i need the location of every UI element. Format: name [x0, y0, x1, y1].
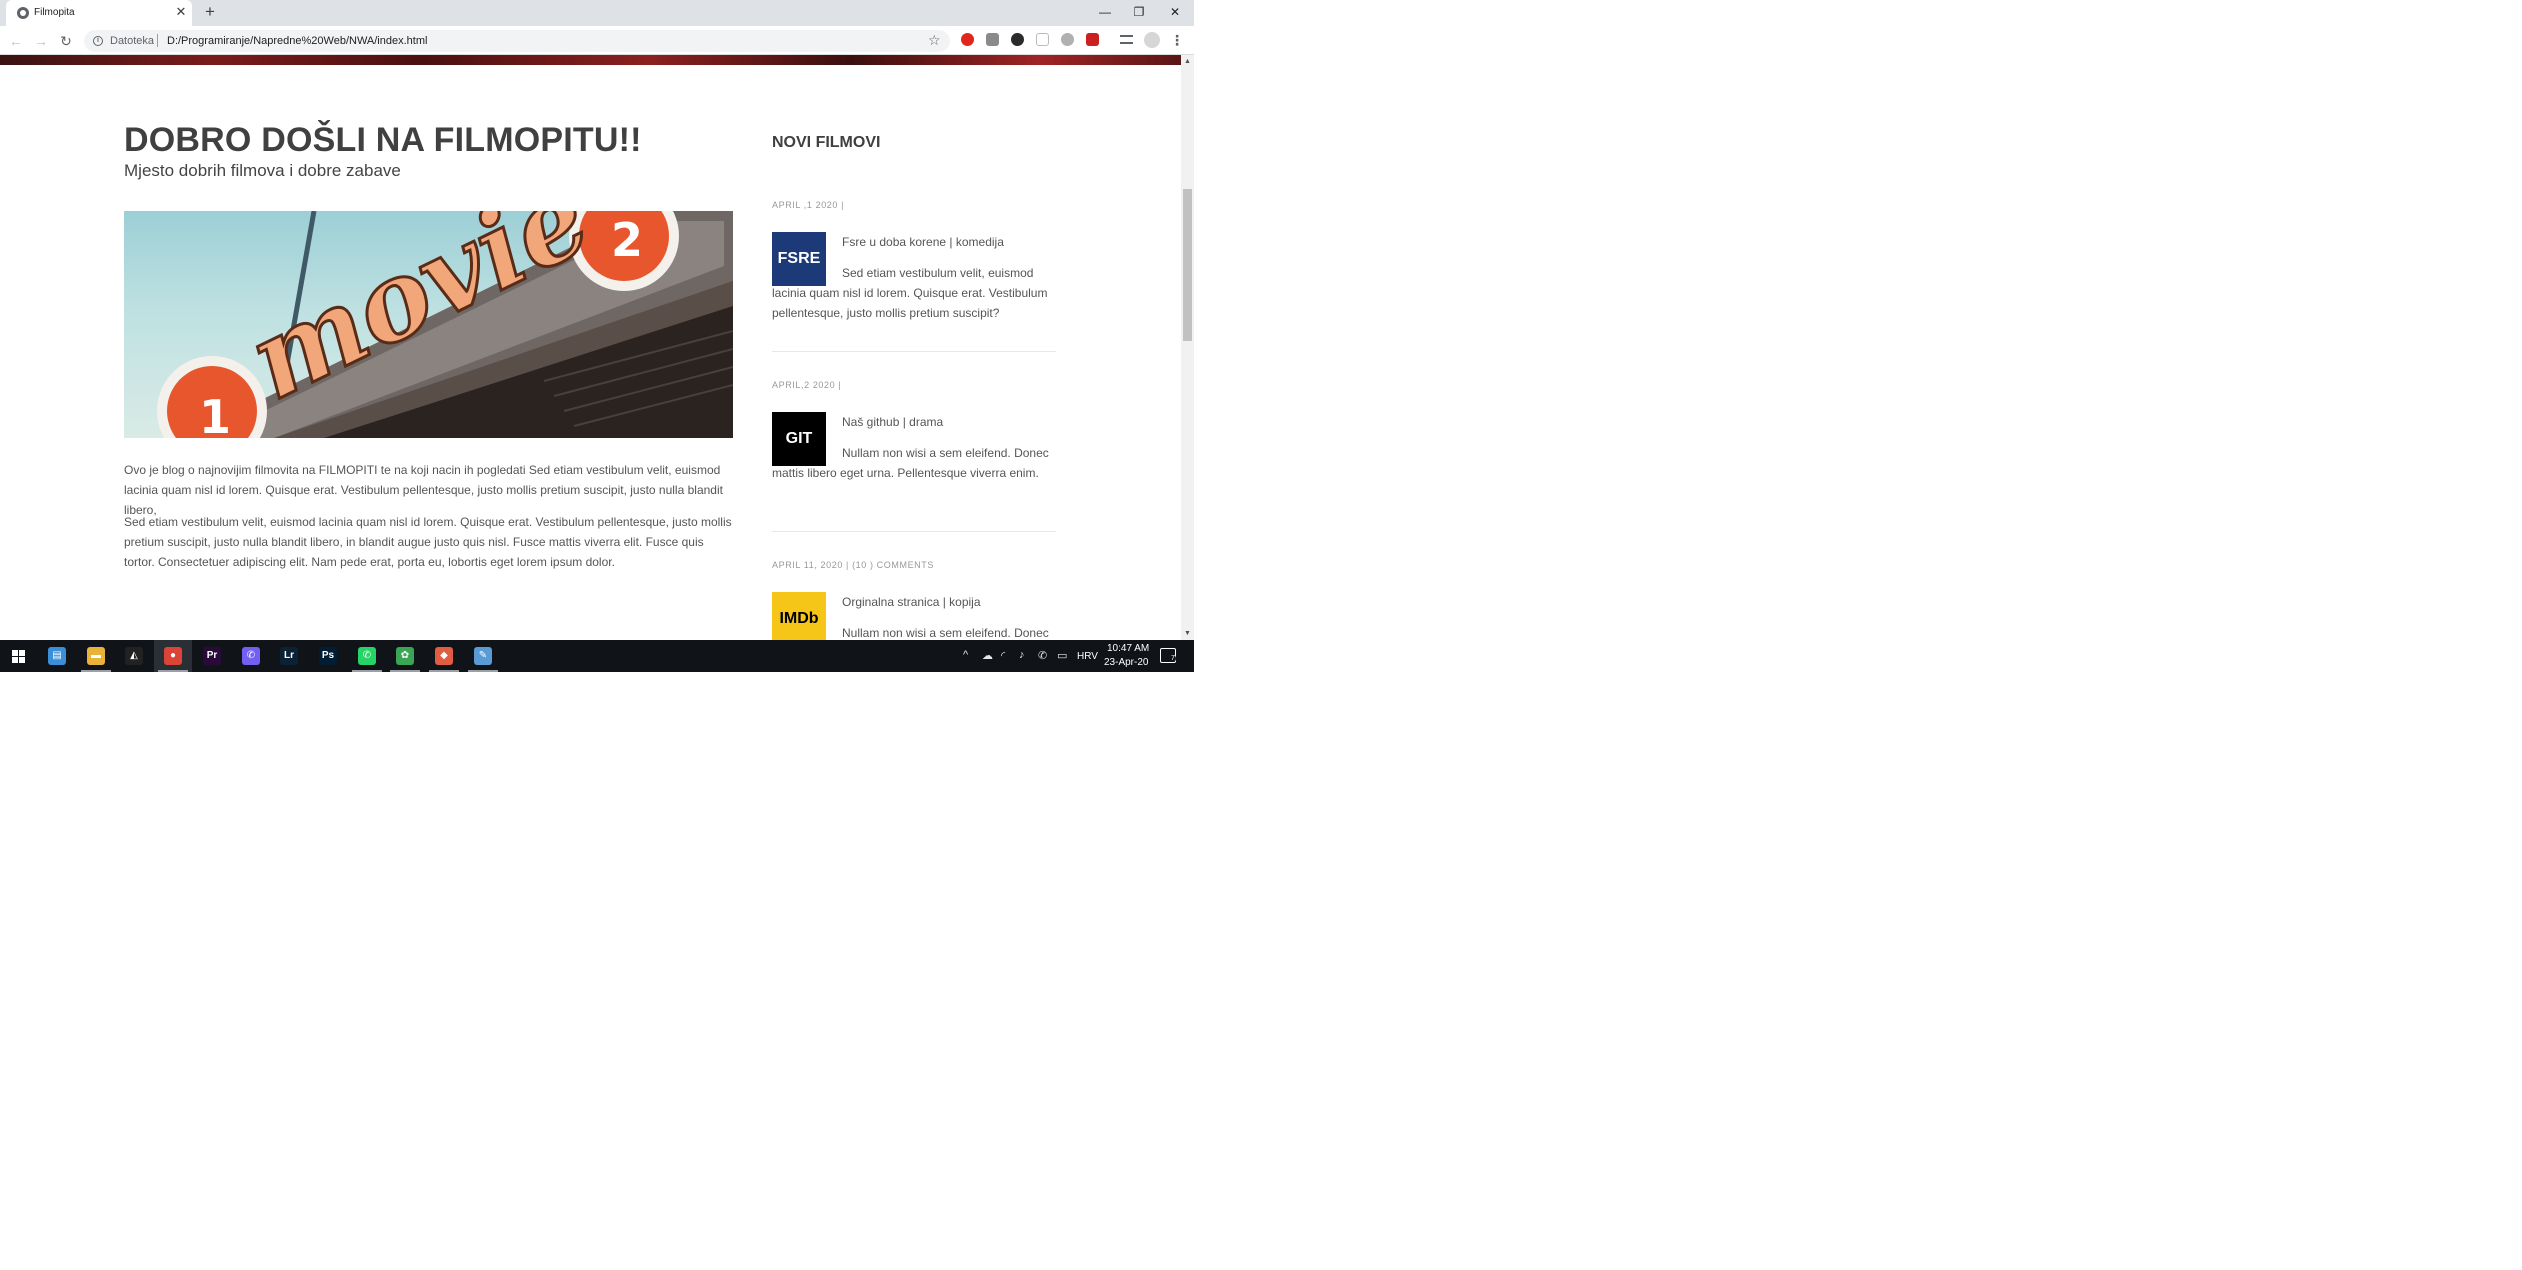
window-restore-button[interactable]: ❐	[1122, 0, 1156, 26]
profile-avatar-icon[interactable]	[1144, 32, 1160, 48]
running-indicator	[352, 670, 382, 672]
notification-count: 7	[1170, 655, 1176, 662]
post-title[interactable]: Fsre u doba korene | komedija	[842, 235, 1004, 249]
reader-extension-icon[interactable]	[1036, 33, 1049, 46]
browser-titlebar: Filmopita ✕ + — ❐ ✕	[0, 0, 1194, 26]
opera-extension-icon[interactable]	[961, 33, 974, 46]
sidebar-heading: NOVI FILMOVI	[772, 134, 881, 151]
taskbar-viber-icon: ✆	[242, 647, 260, 665]
scroll-thumb[interactable]	[1183, 189, 1192, 341]
running-indicator	[429, 670, 459, 672]
taskbar-game-app-icon: ◭	[125, 647, 143, 665]
running-indicator	[158, 670, 188, 672]
taskbar-chrome-icon: ●	[164, 647, 182, 665]
page-viewport: DOBRO DOŠLI NA FILMOPITU!! Mjesto dobrih…	[0, 55, 1181, 640]
running-indicator	[468, 670, 498, 672]
taskbar-explorer-desktop[interactable]: ▤	[38, 640, 76, 672]
url-separator	[157, 34, 158, 47]
scroll-up-arrow-icon[interactable]: ▲	[1181, 55, 1194, 68]
info-icon[interactable]: i	[93, 36, 103, 46]
taskbar-file-explorer-icon: ▬	[87, 647, 105, 665]
running-indicator	[390, 670, 420, 672]
svg-text:2: 2	[611, 213, 643, 267]
windows-logo-icon	[12, 650, 25, 663]
post-excerpt: Nullam non wisi a sem eleifend. Donec ma…	[772, 446, 1049, 480]
taskbar-app-green[interactable]: ✿	[386, 640, 424, 672]
taskbar-file-explorer[interactable]: ▬	[77, 640, 115, 672]
post-divider	[772, 531, 1056, 532]
bookmark-star-icon[interactable]: ☆	[928, 32, 941, 49]
post-meta: APRIL,2 2020 |	[772, 380, 842, 390]
taskbar-photoshop-icon: Ps	[319, 647, 337, 665]
reload-button[interactable]: ↻	[56, 31, 76, 51]
taskbar-paint-app-icon: ✎	[474, 647, 492, 665]
window-minimize-button[interactable]: —	[1088, 0, 1122, 26]
screen: Filmopita ✕ + — ❐ ✕ ← → ↻ i Datoteka D:/…	[0, 0, 1194, 672]
clock-time[interactable]: 10:47 AM	[1107, 643, 1149, 654]
taskbar-game-app[interactable]: ◭	[115, 640, 153, 672]
taskbar-app-green-icon: ✿	[396, 647, 414, 665]
taskbar-photoshop[interactable]: Ps	[309, 640, 347, 672]
post-divider	[772, 351, 1056, 352]
page-title: DOBRO DOŠLI NA FILMOPITU!!	[124, 121, 642, 159]
back-button[interactable]: ←	[6, 31, 26, 51]
post-meta: APRIL 11, 2020 | (10 ) COMMENTS	[772, 560, 934, 570]
start-button[interactable]	[0, 640, 38, 672]
taskbar-explorer-desktop-icon: ▤	[48, 647, 66, 665]
taskbar-viber[interactable]: ✆	[232, 640, 270, 672]
taskbar-premiere[interactable]: Pr	[193, 640, 231, 672]
browser-tab[interactable]: Filmopita ✕	[6, 0, 192, 26]
page-scrollbar[interactable]: ▲ ▼	[1181, 55, 1194, 640]
video-extension-icon[interactable]	[1086, 33, 1099, 46]
hero-movie-sign-image: 2 1 movie	[124, 211, 733, 438]
battery-icon[interactable]: ▭	[1057, 649, 1067, 662]
windows-taskbar: ▤ ▬ ◭ ● Pr ✆ Lr Ps ✆ ✿ ◆ ✎ ^ ☁ ◜ ♪ ✆ ▭ HRV 10:47 AM…	[0, 640, 1194, 672]
taskbar-chrome[interactable]: ●	[154, 640, 192, 672]
taskbar-git-app[interactable]: ◆	[425, 640, 463, 672]
media-extension-icon[interactable]	[1011, 33, 1024, 46]
viber-tray-icon[interactable]: ✆	[1038, 649, 1047, 662]
tray-chevron-icon[interactable]: ^	[963, 649, 968, 661]
tab-title: Filmopita	[34, 7, 75, 18]
volume-icon[interactable]: ♪	[1019, 649, 1025, 661]
clock-date[interactable]: 23-Apr-20	[1104, 657, 1148, 668]
taskbar-paint-app[interactable]: ✎	[464, 640, 502, 672]
page-subtitle: Mjesto dobrih filmova i dobre zabave	[124, 161, 401, 180]
wifi-icon[interactable]: ◜	[1001, 649, 1005, 662]
language-indicator[interactable]: HRV	[1077, 651, 1098, 662]
browser-menu-icon[interactable]: ⋮	[1170, 32, 1184, 49]
post-title[interactable]: Naš github | drama	[842, 415, 943, 429]
header-image-strip	[0, 55, 1181, 65]
notification-center-icon[interactable]: 7	[1160, 648, 1176, 663]
taskbar-premiere-icon: Pr	[203, 647, 221, 665]
media-control-icon[interactable]	[1120, 35, 1133, 44]
taskbar-git-app-icon: ◆	[435, 647, 453, 665]
taskbar-whatsapp-icon: ✆	[358, 647, 376, 665]
post-excerpt: Sed etiam vestibulum velit, euismod laci…	[772, 266, 1048, 320]
onedrive-icon[interactable]: ☁	[982, 649, 993, 662]
address-bar[interactable]: i Datoteka D:/Programiranje/Napredne%20W…	[84, 30, 950, 52]
scroll-down-arrow-icon[interactable]: ▼	[1181, 627, 1194, 640]
intro-paragraph-2: Sed etiam vestibulum velit, euismod laci…	[124, 515, 732, 569]
pdf-extension-icon[interactable]	[986, 33, 999, 46]
movie-sign-illustration: 2 1 movie	[157, 211, 733, 438]
post-meta: APRIL ,1 2020 |	[772, 200, 845, 210]
new-tab-button[interactable]: +	[202, 3, 218, 20]
browser-toolbar: ← → ↻ i Datoteka D:/Programiranje/Napred…	[0, 26, 1194, 55]
url-text[interactable]: D:/Programiranje/Napredne%20Web/NWA/inde…	[167, 35, 427, 47]
forward-button[interactable]: →	[31, 31, 51, 51]
tab-close-icon[interactable]: ✕	[174, 5, 188, 19]
url-scheme-label: Datoteka	[110, 35, 155, 47]
post-excerpt: Nullam non wisi a sem eleifend. Donec	[842, 626, 1049, 640]
running-indicator	[81, 670, 111, 672]
taskbar-lightroom-icon: Lr	[280, 647, 298, 665]
intro-paragraph-1: Ovo je blog o najnovijim filmovita na FI…	[124, 463, 723, 517]
shield-extension-icon[interactable]	[1061, 33, 1074, 46]
globe-icon	[17, 7, 29, 19]
taskbar-lightroom[interactable]: Lr	[270, 640, 308, 672]
svg-text:1: 1	[199, 390, 231, 438]
post-title[interactable]: Orginalna stranica | kopija	[842, 595, 981, 609]
taskbar-whatsapp[interactable]: ✆	[348, 640, 386, 672]
window-close-button[interactable]: ✕	[1158, 0, 1192, 26]
